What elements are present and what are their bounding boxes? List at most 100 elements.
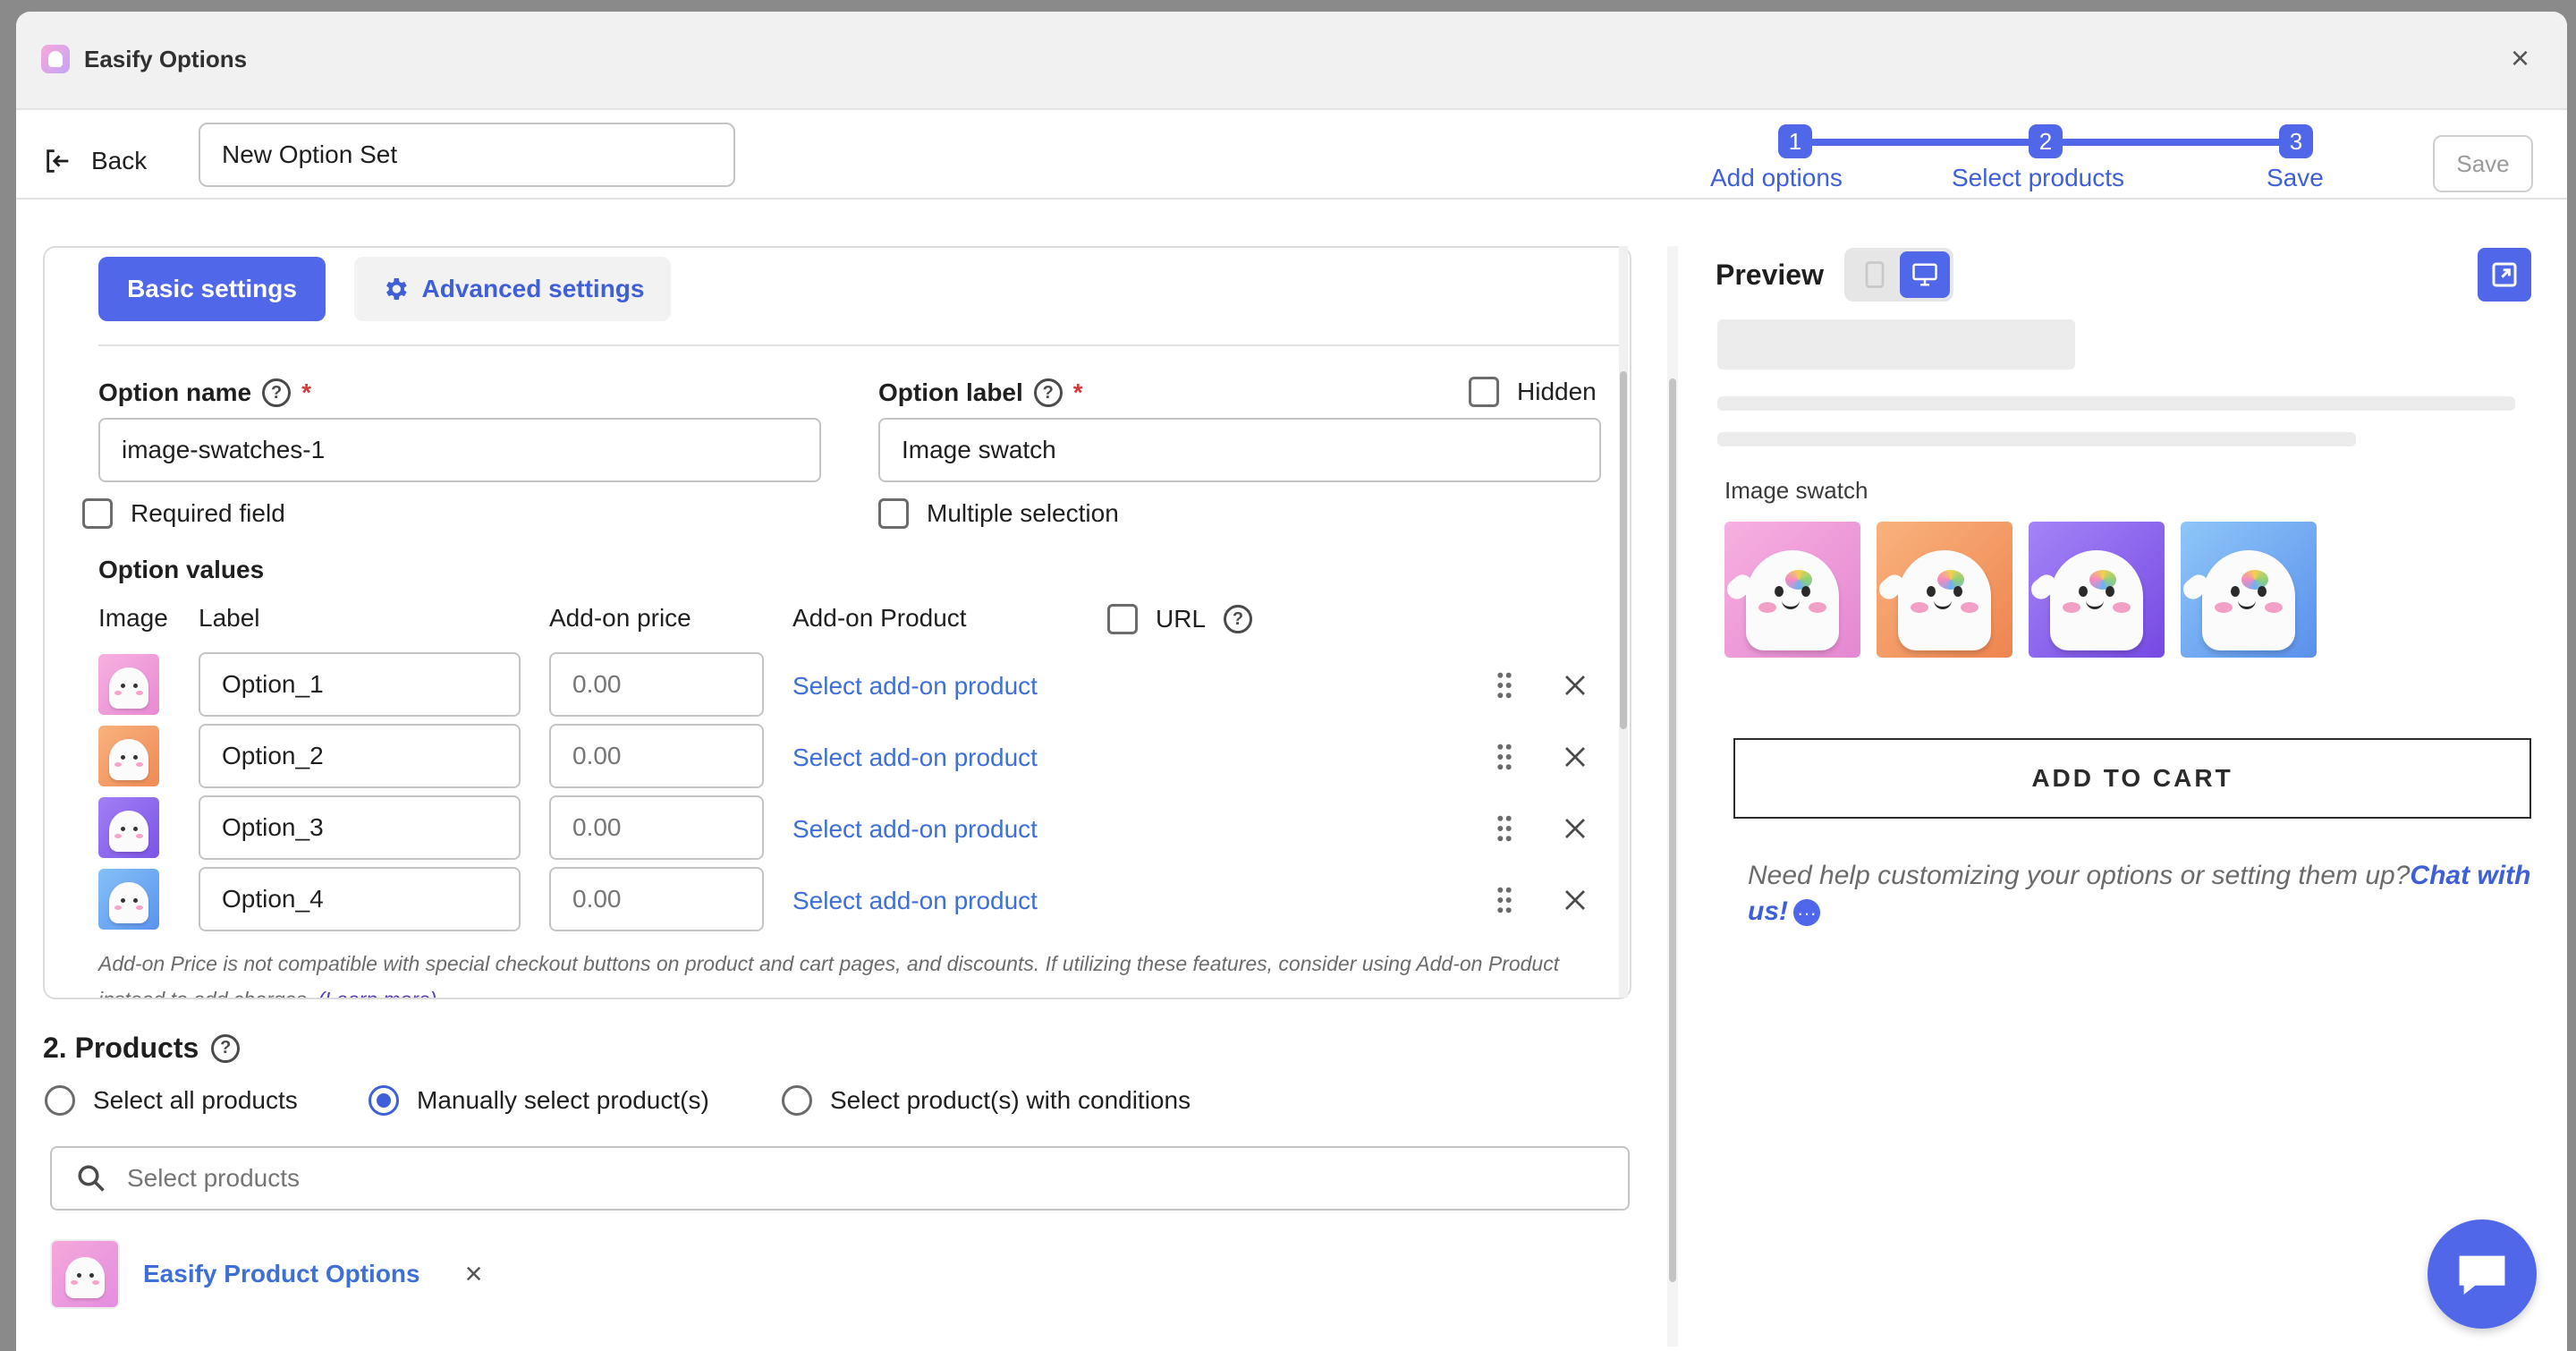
step-1-marker[interactable]: 1 <box>1778 124 1812 158</box>
option-image-thumb[interactable] <box>98 797 159 858</box>
option-label-field[interactable] <box>199 795 521 860</box>
toolbar: Back 1 2 3 Add options Select products S… <box>16 110 2567 200</box>
skeleton-line-placeholder <box>1717 432 2356 446</box>
expand-preview-button[interactable] <box>2478 248 2531 302</box>
radio-button-selected[interactable] <box>369 1085 399 1116</box>
radio-select-all[interactable]: Select all products <box>45 1085 298 1116</box>
step-connector-2 <box>2046 139 2297 146</box>
hidden-label: Hidden <box>1517 378 1597 405</box>
close-icon[interactable]: × <box>2511 42 2529 74</box>
back-arrow-icon <box>47 149 69 173</box>
help-icon[interactable]: ? <box>1033 378 1063 407</box>
drag-handle-icon[interactable] <box>1496 672 1513 699</box>
back-button[interactable]: Back <box>43 146 147 176</box>
help-icon[interactable]: ? <box>262 378 292 407</box>
tab-advanced-settings[interactable]: Advanced settings <box>354 257 671 321</box>
addon-price-field[interactable] <box>549 795 764 860</box>
panel-scrollbar[interactable] <box>1667 246 1678 1347</box>
addon-price-field[interactable] <box>549 724 764 788</box>
help-message: Need help customizing your options or se… <box>1748 858 2535 931</box>
product-name-link[interactable]: Easify Product Options <box>143 1260 420 1288</box>
live-chat-button[interactable] <box>2428 1219 2537 1329</box>
option-label-field[interactable] <box>199 867 521 931</box>
tab-basic-settings[interactable]: Basic settings <box>98 257 326 321</box>
option-name-input[interactable] <box>98 418 821 482</box>
desktop-view-button[interactable] <box>1900 251 1950 298</box>
select-addon-product-link[interactable]: Select add-on product <box>792 672 1038 701</box>
remove-product-icon[interactable]: × <box>465 1257 483 1292</box>
url-label: URL <box>1156 605 1207 633</box>
options-modal: Easify Options × Back 1 2 3 Add options … <box>16 12 2567 1351</box>
step-3-marker[interactable]: 3 <box>2279 124 2313 158</box>
app-title: Easify Options <box>84 46 248 72</box>
step-2-label[interactable]: Select products <box>1952 164 2124 192</box>
multiple-selection-label: Multiple selection <box>927 499 1119 527</box>
skeleton-line-placeholder <box>1717 396 2515 411</box>
products-section-title: 2. Products ? <box>43 1032 241 1065</box>
select-addon-product-link[interactable]: Select add-on product <box>792 887 1038 915</box>
option-set-name-input[interactable] <box>199 123 735 187</box>
column-label: Label <box>199 604 260 632</box>
option-name-label: Option name ? * <box>98 378 311 407</box>
desktop-icon <box>1912 263 1937 286</box>
option-label-field[interactable] <box>199 652 521 717</box>
remove-row-icon[interactable] <box>1562 672 1589 699</box>
required-asterisk: * <box>1072 378 1083 406</box>
required-field-checkbox[interactable] <box>82 498 113 529</box>
multiple-selection-row[interactable]: Multiple selection <box>878 498 1119 529</box>
required-field-row[interactable]: Required field <box>82 498 285 529</box>
required-field-label: Required field <box>131 499 285 527</box>
preview-swatch-pink[interactable] <box>1724 522 1860 658</box>
card-scrollbar[interactable] <box>1619 246 1628 998</box>
url-column-toggle[interactable]: URL ? <box>1107 604 1253 634</box>
option-image-thumb[interactable] <box>98 654 159 715</box>
required-asterisk: * <box>301 378 312 406</box>
option-settings-card: Basic settings Advanced settings Option … <box>43 246 1631 999</box>
radio-button[interactable] <box>782 1085 812 1116</box>
hidden-checkbox[interactable] <box>1469 377 1499 407</box>
step-1-label[interactable]: Add options <box>1710 164 1843 192</box>
learn-more-link[interactable]: (Learn more) <box>318 988 437 998</box>
skeleton-title-placeholder <box>1717 319 2075 370</box>
addon-price-field[interactable] <box>549 867 764 931</box>
expand-icon <box>2492 262 2517 287</box>
multiple-selection-checkbox[interactable] <box>878 498 909 529</box>
option-label-field[interactable] <box>199 724 521 788</box>
preview-swatch-blue[interactable] <box>2181 522 2317 658</box>
select-addon-product-link[interactable]: Select add-on product <box>792 743 1038 772</box>
product-search-input[interactable] <box>127 1164 1558 1193</box>
add-to-cart-button[interactable]: ADD TO CART <box>1733 738 2531 819</box>
radio-with-conditions[interactable]: Select product(s) with conditions <box>782 1085 1191 1116</box>
url-checkbox[interactable] <box>1107 604 1138 634</box>
save-button[interactable]: Save <box>2433 135 2533 192</box>
mobile-view-button[interactable] <box>1852 253 1898 296</box>
preview-swatch-orange[interactable] <box>1877 522 2012 658</box>
remove-row-icon[interactable] <box>1562 743 1589 770</box>
step-2-marker[interactable]: 2 <box>2029 124 2063 158</box>
help-icon[interactable]: ? <box>1224 605 1253 633</box>
radio-manual-select[interactable]: Manually select product(s) <box>369 1085 709 1116</box>
drag-handle-icon[interactable] <box>1496 887 1513 913</box>
option-label-input[interactable] <box>878 418 1601 482</box>
mobile-icon <box>1865 261 1885 288</box>
drag-handle-icon[interactable] <box>1496 815 1513 842</box>
app-logo-icon <box>41 45 70 73</box>
option-image-thumb[interactable] <box>98 869 159 930</box>
remove-row-icon[interactable] <box>1562 815 1589 842</box>
remove-row-icon[interactable] <box>1562 887 1589 913</box>
step-3-label[interactable]: Save <box>2267 164 2324 192</box>
select-addon-product-link[interactable]: Select add-on product <box>792 815 1038 844</box>
option-values-heading: Option values <box>98 556 265 583</box>
addon-price-field[interactable] <box>549 652 764 717</box>
gear-icon <box>386 278 407 300</box>
radio-button[interactable] <box>45 1085 75 1116</box>
product-search-box[interactable] <box>50 1146 1630 1211</box>
option-image-thumb[interactable] <box>98 726 159 786</box>
addon-price-note: Add-on Price is not compatible with spec… <box>98 946 1619 998</box>
back-label: Back <box>91 147 148 174</box>
column-image: Image <box>98 604 168 632</box>
hidden-checkbox-row[interactable]: Hidden <box>1469 377 1597 407</box>
preview-swatch-purple[interactable] <box>2029 522 2165 658</box>
help-icon[interactable]: ? <box>211 1033 241 1063</box>
drag-handle-icon[interactable] <box>1496 743 1513 770</box>
